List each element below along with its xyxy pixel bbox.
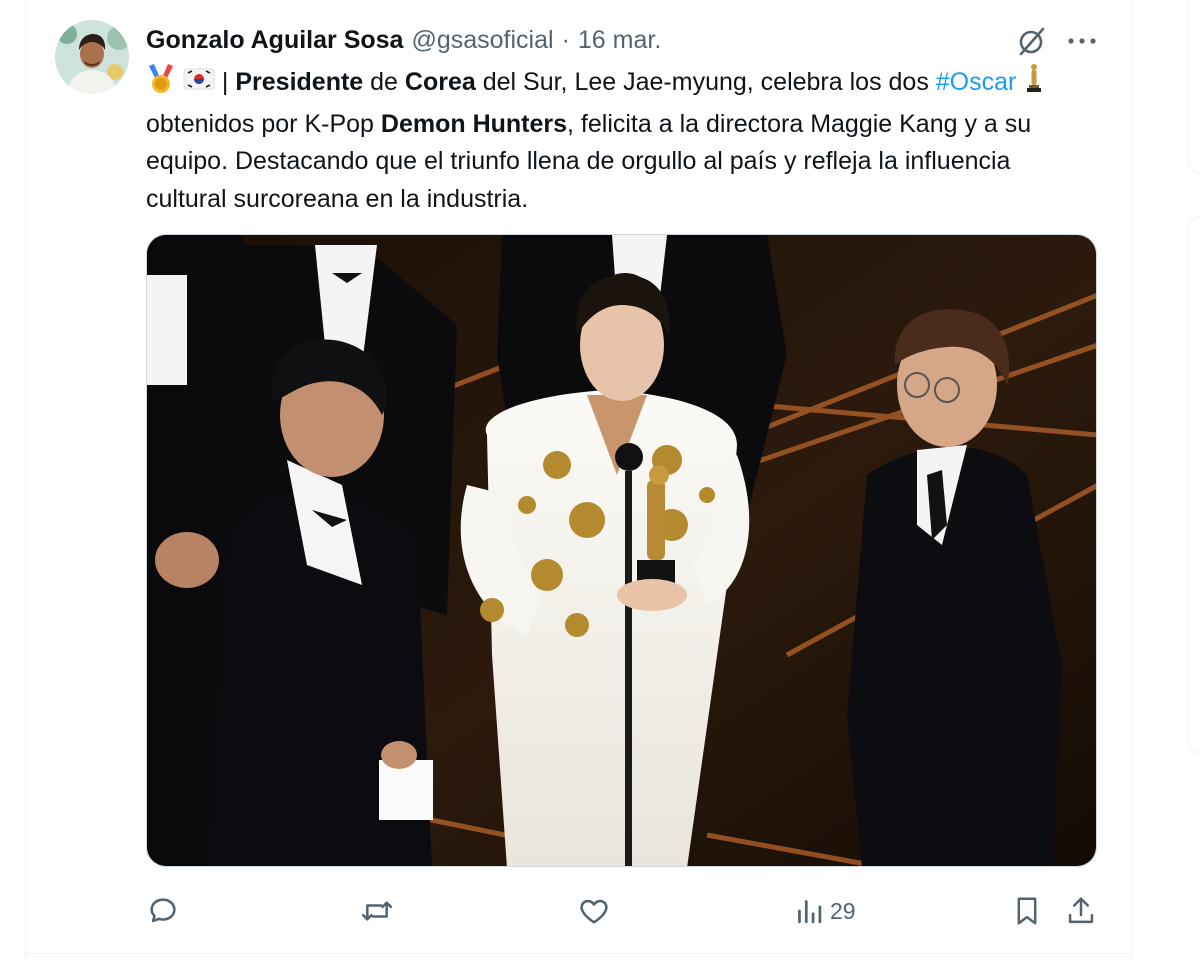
- bookmark-button[interactable]: [1012, 890, 1042, 932]
- author-handle[interactable]: @gsasoficial: [411, 26, 553, 55]
- tweet-text-segment: del Sur, Lee Jae-myung, celebra los dos: [475, 68, 936, 96]
- post-date[interactable]: 16 mar.: [578, 26, 661, 55]
- reply-icon: [146, 894, 180, 928]
- tweet-photo[interactable]: [146, 234, 1097, 867]
- share-icon: [1066, 894, 1096, 928]
- meta-separator: ·: [561, 25, 570, 54]
- avatar[interactable]: [55, 20, 129, 94]
- views-icon: [794, 894, 824, 928]
- views-count: 29: [830, 897, 856, 924]
- tweet-text-segment: |: [221, 68, 236, 96]
- oscar-statuette-icon: [1023, 62, 1045, 106]
- like-button[interactable]: [577, 890, 611, 932]
- tweet-text-segment: obtenidos por K-Pop: [146, 109, 381, 138]
- like-icon: [577, 894, 611, 928]
- hashtag-link[interactable]: #Oscar: [936, 68, 1017, 96]
- tweet-text: | Presidente de Corea del Sur, Lee Jae-m…: [146, 62, 1076, 218]
- tweet-text-bold: Presidente: [235, 68, 364, 96]
- more-icon[interactable]: [1062, 24, 1102, 58]
- tweet-divider: [25, 953, 1132, 954]
- tweet-text-segment: de: [363, 68, 405, 96]
- repost-button[interactable]: [359, 890, 395, 932]
- column-border-right: [1131, 0, 1132, 960]
- timeline: Gonzalo Aguilar Sosa @gsasoficial · 16 m…: [0, 0, 1200, 960]
- column-border-left: [25, 0, 26, 960]
- tweet-header: Gonzalo Aguilar Sosa @gsasoficial · 16 m…: [146, 23, 661, 57]
- repost-icon: [359, 894, 395, 928]
- share-button[interactable]: [1066, 890, 1096, 932]
- tweet-text-bold: Corea: [404, 68, 476, 96]
- bookmark-icon: [1012, 894, 1042, 928]
- grok-icon[interactable]: [1015, 24, 1049, 58]
- author-name[interactable]: Gonzalo Aguilar Sosa: [146, 26, 403, 55]
- south-korea-flag-icon: [183, 64, 215, 106]
- sidebar-card-bottom: [1187, 216, 1200, 754]
- views-button[interactable]: 29: [794, 890, 856, 932]
- tweet-actions: 29: [146, 890, 1106, 932]
- sidebar-card-top: [1187, 0, 1200, 174]
- reply-button[interactable]: [146, 890, 180, 932]
- medal-icon: [146, 64, 176, 106]
- tweet-text-bold: Demon Hunters: [380, 109, 568, 138]
